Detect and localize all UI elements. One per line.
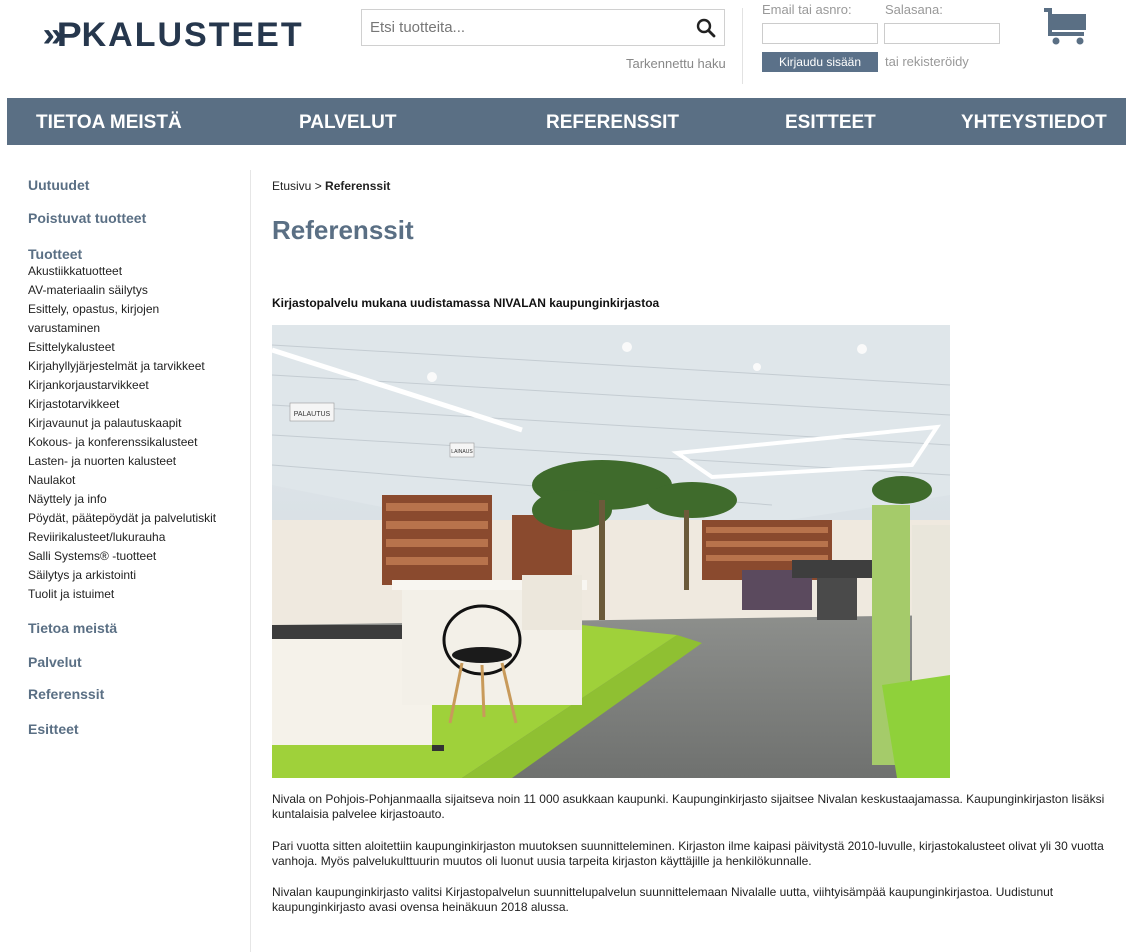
register-link[interactable]: tai rekisteröidy: [885, 54, 969, 69]
sidebar-link-poistuvat[interactable]: Poistuvat tuotteet: [28, 210, 146, 226]
search-icon[interactable]: [696, 18, 716, 38]
nav-item-referenssit[interactable]: REFERENSSIT: [546, 112, 679, 134]
sidebar-divider: [250, 170, 251, 952]
article-paragraph: Nivalan kaupunginkirjasto valitsi Kirjas…: [272, 885, 1054, 914]
email-field[interactable]: [762, 23, 878, 44]
site-logo[interactable]: »P KALUSTEET: [42, 14, 304, 56]
sidebar-product-item[interactable]: Kirjastotarvikkeet: [28, 395, 216, 414]
breadcrumb: Etusivu > Referenssit: [272, 179, 390, 193]
sidebar-product-item[interactable]: Kirjankorjaustarvikkeet: [28, 376, 216, 395]
breadcrumb-separator: >: [311, 179, 326, 193]
article-paragraph: Nivala on Pohjois-Pohjanmaalla sijaitsev…: [272, 792, 1105, 821]
sidebar-link-palvelut[interactable]: Palvelut: [28, 654, 82, 670]
sidebar-product-item[interactable]: Lasten- ja nuorten kalusteet: [28, 452, 216, 471]
sidebar-link-esitteet[interactable]: Esitteet: [28, 721, 79, 737]
sidebar-product-item[interactable]: Säilytys ja arkistointi: [28, 566, 216, 585]
logo-text: KALUSTEET: [81, 15, 304, 54]
search-input[interactable]: [362, 10, 682, 45]
advanced-search-link[interactable]: Tarkennettu haku: [626, 56, 726, 71]
nav-item-palvelut[interactable]: PALVELUT: [299, 112, 396, 134]
sidebar-link-uutuudet[interactable]: Uutuudet: [28, 177, 89, 193]
sidebar-link-tietoa-meista[interactable]: Tietoa meistä: [28, 620, 117, 636]
sidebar-product-item[interactable]: Kokous- ja konferenssikalusteet: [28, 433, 216, 452]
sidebar-product-item[interactable]: varustaminen: [28, 319, 216, 338]
sidebar-product-list: Akustiikkatuotteet AV-materiaalin säilyt…: [28, 262, 216, 604]
nav-item-yhteystiedot[interactable]: YHTEYSTIEDOT: [961, 112, 1107, 134]
breadcrumb-current: Referenssit: [325, 179, 391, 193]
search-box: [361, 9, 725, 46]
sidebar-product-item[interactable]: Salli Systems® -tuotteet: [28, 547, 216, 566]
article-paragraph: Pari vuotta sitten aloitettiin kaupungin…: [272, 839, 1104, 868]
sidebar-product-item[interactable]: Kirjavaunut ja palautuskaapit: [28, 414, 216, 433]
breadcrumb-home[interactable]: Etusivu: [272, 179, 311, 193]
sidebar-product-item[interactable]: Tuolit ja istuimet: [28, 585, 216, 604]
password-label: Salasana:: [885, 2, 943, 17]
sidebar-product-item[interactable]: Reviirikalusteet/lukurauha: [28, 528, 216, 547]
nav-item-esitteet[interactable]: ESITTEET: [785, 112, 876, 134]
logo-mark: »P: [42, 15, 82, 54]
shopping-cart-icon[interactable]: [1042, 6, 1090, 46]
nav-item-tietoa-meista[interactable]: TIETOA MEISTÄ: [36, 112, 182, 134]
header-divider: [742, 8, 743, 84]
sidebar-product-item[interactable]: Näyttely ja info: [28, 490, 216, 509]
sidebar-product-item[interactable]: AV-materiaalin säilytys: [28, 281, 216, 300]
password-field[interactable]: [884, 23, 1000, 44]
article-title: Kirjastopalvelu mukana uudistamassa NIVA…: [272, 296, 660, 310]
sidebar-product-item[interactable]: Akustiikkatuotteet: [28, 262, 216, 281]
sign-lainaus: LAINAUS: [451, 449, 473, 455]
sidebar-product-item[interactable]: Esittelykalusteet: [28, 338, 216, 357]
site-header: »P KALUSTEET Tarkennettu haku Email tai …: [0, 0, 1126, 98]
sidebar-product-item[interactable]: Naulakot: [28, 471, 216, 490]
sidebar-product-item[interactable]: Esittely, opastus, kirjojen: [28, 300, 216, 319]
login-button[interactable]: Kirjaudu sisään: [762, 52, 878, 72]
sign-palautus: PALAUTUS: [294, 411, 331, 418]
page-title: Referenssit: [272, 215, 414, 245]
sidebar-product-item[interactable]: Kirjahyllyjärjestelmät ja tarvikkeet: [28, 357, 216, 376]
email-label: Email tai asnro:: [762, 2, 852, 17]
library-photo: PALAUTUS LAINAUS: [272, 325, 950, 778]
sidebar-link-tuotteet[interactable]: Tuotteet: [28, 246, 82, 262]
sidebar-link-referenssit[interactable]: Referenssit: [28, 686, 104, 702]
main-nav: TIETOA MEISTÄ PALVELUT REFERENSSIT ESITT…: [7, 98, 1126, 145]
sidebar-product-item[interactable]: Pöydät, päätepöydät ja palvelutiskit: [28, 509, 216, 528]
